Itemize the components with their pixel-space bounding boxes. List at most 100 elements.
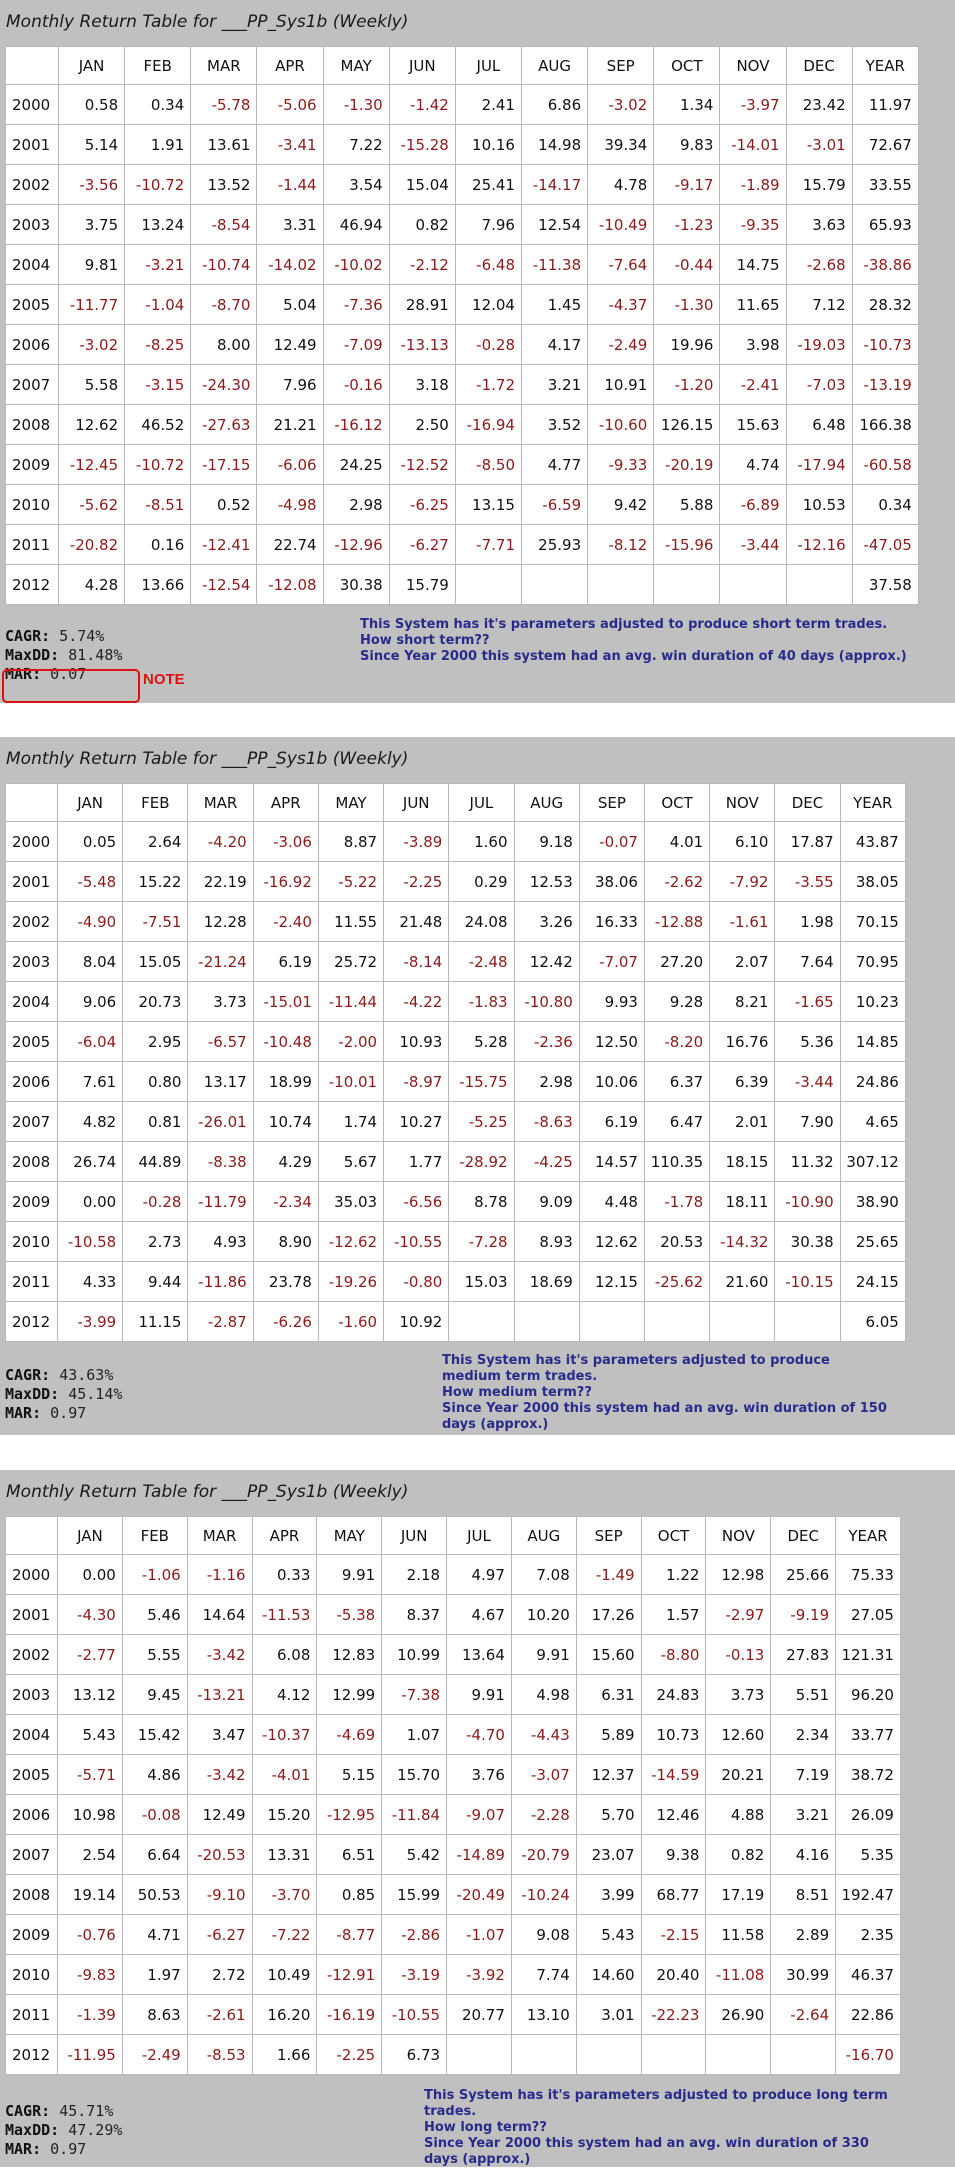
return-cell: -0.13 [705,1634,772,1675]
return-cell: -10.01 [317,1061,385,1102]
return-cell: 5.43 [575,1914,642,1955]
return-cell: -12.45 [57,444,126,485]
column-header-may: MAY [316,1516,383,1555]
return-cell: 12.62 [578,1221,645,1262]
column-header-jan: JAN [57,46,126,85]
return-cell: -1.23 [653,204,721,245]
year-cell: 2011 [5,1261,58,1302]
table-row: 2001 5.14 1.91 13.61 -3.41 7.22 -15.28 10.16 14.… [5,124,919,165]
year-total-cell: -10.73 [851,324,919,365]
return-cell: 11.15 [122,1301,189,1342]
table-header-row: JAN FEB MAR APR MAY JUN JUL AUG SEP OCT NOV DEC YEAR [5,46,919,85]
return-cell: 2.50 [388,404,456,445]
return-cell: 9.83 [653,124,721,165]
return-cell: -3.99 [56,1301,124,1342]
return-cell: 1.07 [381,1714,448,1755]
return-cell: 12.04 [454,284,522,325]
return-cell: 4.67 [446,1594,512,1635]
return-cell: 9.45 [121,1674,188,1715]
return-cell: -11.77 [57,284,126,325]
year-cell: 2010 [5,1954,58,1995]
return-cell: -6.89 [719,484,787,525]
column-header-nov: NOV [719,46,787,85]
year-cell: 2007 [5,1834,58,1875]
return-cell: 6.37 [643,1061,711,1102]
table-row: 2004 9.06 20.73 3.73 -15.01 -11.44 -4.22 -1.83-… [5,981,906,1022]
return-cell: 6.64 [121,1834,188,1875]
year-cell: 2002 [5,1634,58,1675]
year-cell: 2008 [5,404,59,445]
return-cell: 3.21 [770,1794,837,1835]
year-total-cell: 96.20 [835,1674,901,1715]
year-total-cell: 26.09 [835,1794,901,1835]
return-cell: 12.62 [57,404,126,445]
return-cell: 14.64 [186,1594,253,1635]
return-cell: 11.55 [317,901,385,942]
column-header-oct: OCT [640,1516,707,1555]
return-cell: -3.06 [252,821,319,862]
return-cell: 23.78 [252,1261,319,1302]
return-cell: -14.89 [446,1834,512,1875]
return-cell: 2.07 [709,941,776,982]
column-header-oct: OCT [653,46,721,85]
table-row: 2002 -2.77 5.55 -3.42 6.08 12.83 10.99 13.64 9.9… [5,1634,901,1675]
return-cell: 4.78 [587,164,655,205]
return-cell: 5.43 [57,1714,123,1755]
year-cell: 2011 [5,1994,58,2035]
return-cell: -7.51 [122,901,189,942]
return-cell: -11.53 [251,1594,318,1635]
year-total-cell: 24.15 [839,1261,906,1302]
return-cell: 2.95 [122,1021,189,1062]
return-cell: -2.61 [186,1994,253,2035]
return-cell: 5.42 [381,1834,448,1875]
return-cell: -3.42 [186,1754,253,1795]
column-header-jun: JUN [381,1516,448,1555]
return-cell [513,1301,580,1342]
stat-maxdd: MaxDD: 45.14% [5,1385,123,1403]
return-cell: -4.30 [57,1594,123,1635]
return-cell: 3.31 [256,204,324,245]
return-cell: 1.91 [124,124,192,165]
return-cell: -7.07 [578,941,645,982]
return-cell: -6.59 [520,484,589,525]
return-cell [448,1301,515,1342]
return-cell: -3.44 [719,524,787,565]
return-cell: 50.53 [121,1874,188,1915]
return-cell: 8.93 [513,1221,580,1262]
return-cell: 5.55 [121,1634,188,1675]
return-cell: -25.62 [643,1261,711,1302]
return-cell: -1.39 [57,1994,123,2035]
return-cell: 3.47 [186,1714,253,1755]
year-total-cell: 0.34 [851,484,919,525]
return-cell: 11.32 [774,1141,841,1182]
year-cell: 2006 [5,324,59,365]
return-cell: 15.70 [381,1754,448,1795]
return-cell: -2.15 [640,1914,707,1955]
column-header-mar: MAR [187,783,254,822]
return-cell: 68.77 [640,1874,707,1915]
return-cell: 2.89 [770,1914,837,1955]
return-cell: 3.63 [785,204,853,245]
return-cell: 5.67 [317,1141,385,1182]
return-cell: -12.96 [322,524,390,565]
return-cell: 10.20 [510,1594,577,1635]
year-total-cell: 6.05 [839,1301,906,1342]
return-cell: -13.21 [186,1674,253,1715]
return-cell [575,2034,642,2075]
table-row: 2011 4.33 9.44 -11.86 23.78 -19.26 -0.80 15.03 1… [5,1261,906,1302]
return-cell: 16.76 [709,1021,776,1062]
return-cell: -19.26 [317,1261,385,1302]
return-cell: 12.28 [187,901,254,942]
year-total-cell: 38.72 [835,1754,901,1795]
return-cell: 13.15 [454,484,522,525]
return-cell: -1.72 [454,364,522,405]
return-cell: 12.83 [316,1634,383,1675]
table-row: 2004 9.81 -3.21 -10.74 -14.02 -10.02 -2.12 -6.4… [5,244,919,285]
return-cell: 1.57 [640,1594,707,1635]
return-cell: 12.54 [520,204,589,245]
return-cell: 2.18 [381,1554,448,1595]
return-cell [705,2034,772,2075]
return-cell: -3.19 [381,1954,448,1995]
return-cell: 4.17 [520,324,589,365]
return-cell: -10.48 [252,1021,319,1062]
